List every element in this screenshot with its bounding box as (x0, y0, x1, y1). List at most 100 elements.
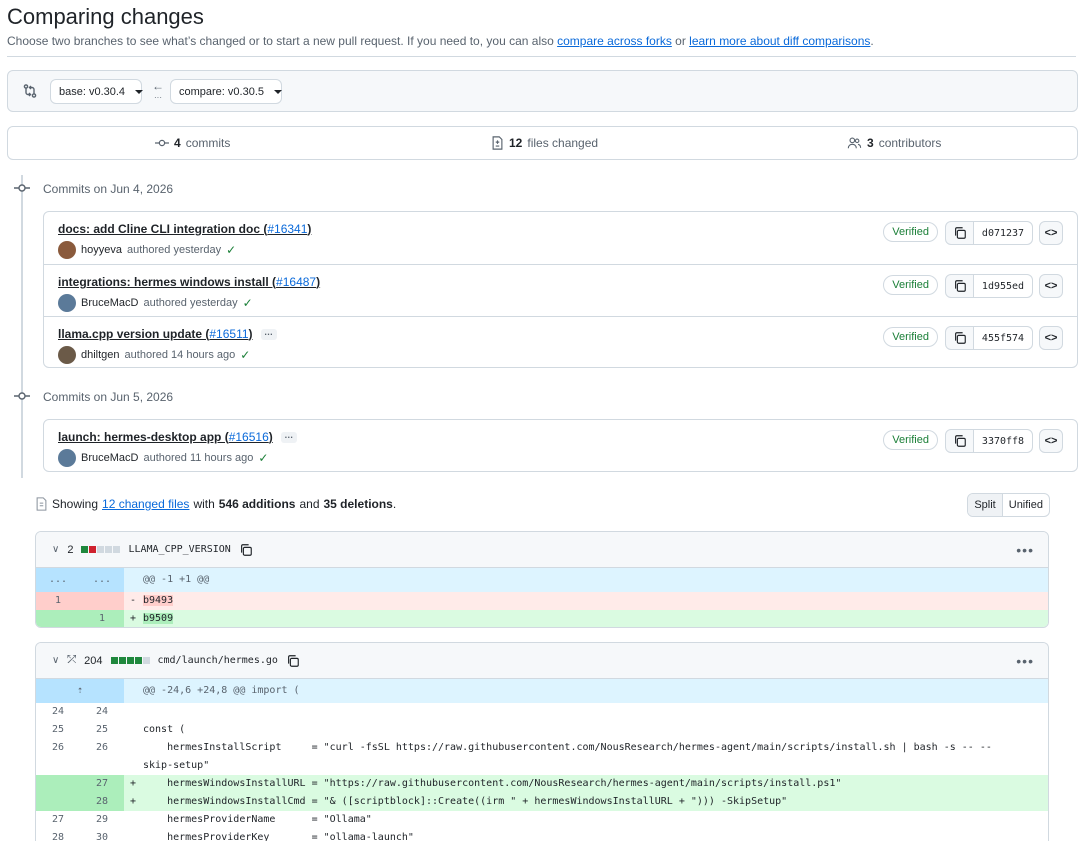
kebab-menu-icon[interactable]: ••• (1016, 653, 1034, 669)
code-icon: <> (1044, 227, 1058, 239)
file-diff-icon (36, 497, 47, 511)
code-text: hermesProviderKey = "ollama-launch" (143, 832, 414, 841)
copy-icon[interactable] (286, 654, 300, 668)
expand-commit-button[interactable]: … (280, 431, 297, 444)
compare-branch-select[interactable]: compare: v0.30.5 (170, 79, 282, 104)
chevron-down-icon[interactable]: ∨ (52, 655, 59, 666)
code-icon: <> (1044, 435, 1058, 447)
files-summary: Showing 12 changed files with 546 additi… (35, 497, 396, 511)
commit-title-link[interactable]: llama.cpp version update (#16511)… (58, 327, 277, 341)
new-line-number[interactable]: 28 (80, 793, 124, 811)
author-link[interactable]: BruceMacD (81, 452, 138, 464)
check-icon[interactable]: ✓ (240, 348, 250, 362)
added-line: 28 + hermesWindowsInstallCmd = "& ([scrip… (36, 793, 1048, 811)
file-diff: ∨ 2 LLAMA_CPP_VERSION ••• ... ... @@ -1 … (35, 531, 1049, 628)
hunk-text: @@ -24,6 +24,8 @@ import ( (143, 685, 300, 696)
commit-sha-link[interactable]: 3370ff8 (974, 430, 1032, 452)
commit-sha-link[interactable]: d071237 (974, 222, 1032, 244)
pr-link[interactable]: #16516 (229, 430, 269, 444)
files-changed-tab[interactable]: 12 files changed (491, 127, 598, 159)
compare-across-forks-link[interactable]: compare across forks (557, 34, 672, 48)
author-link[interactable]: BruceMacD (81, 297, 138, 309)
deleted-line: 1 - b9493 (36, 592, 1048, 610)
old-line-number[interactable]: 25 (36, 721, 80, 739)
expand-up-button[interactable]: ... (36, 568, 80, 592)
copy-sha-button[interactable] (946, 275, 974, 297)
new-line-number (80, 592, 124, 610)
sha-group: 3370ff8 (945, 429, 1033, 453)
copy-sha-button[interactable] (946, 327, 974, 349)
check-icon[interactable]: ✓ (258, 451, 268, 465)
git-commit-icon (14, 184, 30, 192)
avatar[interactable] (58, 346, 76, 364)
commit-sha-link[interactable]: 1d955ed (974, 275, 1032, 297)
new-line-number[interactable]: 30 (80, 829, 124, 841)
commit-message: llama.cpp version update ( (58, 327, 210, 341)
copy-icon (954, 332, 966, 344)
new-line-number[interactable]: 29 (80, 811, 124, 829)
verified-badge[interactable]: Verified (883, 430, 938, 450)
avatar[interactable] (58, 294, 76, 312)
expand-commit-button[interactable]: … (260, 328, 277, 341)
pr-link[interactable]: #16511 (209, 327, 248, 341)
kebab-menu-icon[interactable]: ••• (1016, 542, 1034, 558)
browse-repo-button[interactable]: <> (1039, 326, 1063, 350)
commit-title-link[interactable]: integrations: hermes windows install (#1… (58, 275, 320, 289)
copy-sha-button[interactable] (946, 430, 974, 452)
old-line-number (36, 610, 80, 627)
git-commit-icon (14, 392, 30, 400)
check-icon[interactable]: ✓ (243, 296, 253, 310)
author-link[interactable]: dhiltgen (81, 349, 120, 361)
copy-icon[interactable] (239, 543, 253, 557)
commit-message-close: ) (268, 430, 273, 444)
pr-link[interactable]: #16341 (267, 222, 307, 236)
check-icon[interactable]: ✓ (226, 243, 236, 257)
commit-group-heading: Commits on Jun 4, 2026 (43, 182, 174, 196)
unified-view-button[interactable]: Unified (1003, 494, 1049, 516)
old-line-number (36, 775, 80, 793)
author-link[interactable]: hoyyeva (81, 244, 122, 256)
copy-sha-button[interactable] (946, 222, 974, 244)
old-line-number[interactable]: 26 (36, 739, 80, 757)
avatar[interactable] (58, 449, 76, 467)
commit-sha-link[interactable]: 455f574 (974, 327, 1032, 349)
verified-badge[interactable]: Verified (883, 222, 938, 242)
new-line-number[interactable]: 25 (80, 721, 124, 739)
verified-badge[interactable]: Verified (883, 327, 938, 347)
avatar[interactable] (58, 241, 76, 259)
code-icon: <> (1044, 332, 1058, 344)
diffstat-bar (110, 657, 150, 664)
new-line-number[interactable]: 24 (80, 703, 124, 721)
commits-tab[interactable]: 4 commits (155, 127, 230, 159)
old-line-number[interactable]: 27 (36, 811, 80, 829)
expand-all-icon[interactable]: ⤱ (67, 654, 76, 667)
pr-link[interactable]: #16487 (276, 275, 316, 289)
expand-up-icon[interactable]: ⇡ (36, 679, 124, 703)
commit-row: docs: add Cline CLI integration doc (#16… (44, 212, 1077, 264)
commit-meta: BruceMacD authored yesterday ✓ (58, 294, 253, 312)
file-name-link[interactable]: LLAMA_CPP_VERSION (128, 544, 230, 555)
chevron-down-icon[interactable]: ∨ (52, 544, 59, 555)
new-line-number[interactable]: 27 (80, 775, 124, 793)
file-name-link[interactable]: cmd/launch/hermes.go (158, 655, 278, 666)
contributors-tab[interactable]: 3 contributors (847, 127, 941, 159)
new-line-number[interactable]: 26 (80, 739, 124, 757)
expand-down-button[interactable]: ... (80, 568, 124, 592)
old-line-number[interactable]: 28 (36, 829, 80, 841)
commit-title-link[interactable]: launch: hermes-desktop app (#16516)… (58, 430, 297, 444)
commit-title-link[interactable]: docs: add Cline CLI integration doc (#16… (58, 222, 311, 236)
base-branch-select[interactable]: base: v0.30.4 (50, 79, 144, 104)
changed-files-link[interactable]: 12 changed files (102, 497, 189, 511)
browse-repo-button[interactable]: <> (1039, 221, 1063, 245)
base-branch-label: base: v0.30.4 (59, 85, 126, 98)
old-line-number[interactable]: 24 (36, 703, 80, 721)
verified-badge[interactable]: Verified (883, 275, 938, 295)
old-line-number[interactable]: 1 (36, 592, 80, 610)
browse-repo-button[interactable]: <> (1039, 429, 1063, 453)
learn-more-link[interactable]: learn more about diff comparisons (689, 34, 870, 48)
split-view-button[interactable]: Split (968, 494, 1003, 516)
new-line-number[interactable]: 1 (80, 610, 124, 627)
browse-repo-button[interactable]: <> (1039, 274, 1063, 298)
commit-meta: hoyyeva authored yesterday ✓ (58, 241, 236, 259)
code-text: hermesWindowsInstallCmd = "& ([scriptblo… (143, 796, 788, 807)
